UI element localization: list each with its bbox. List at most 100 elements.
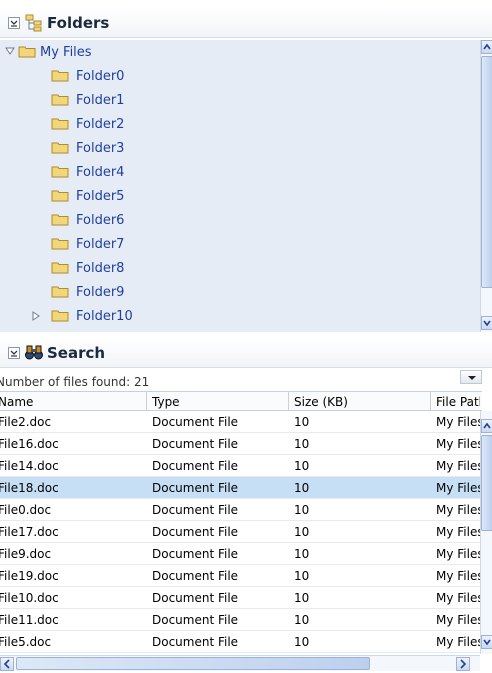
column-header-size[interactable]: Size (KB) [294,395,348,409]
tree-node-folder[interactable]: Folder4 [0,160,470,184]
scroll-left-arrow-icon[interactable] [0,657,14,671]
column-header-type[interactable]: Type [152,395,180,409]
folder-icon [51,286,69,298]
cell-name: File17.doc [0,525,59,539]
tree-node-label: Folder3 [76,141,125,156]
tree-node-label: Folder9 [76,285,125,300]
cell-type: Document File [152,613,239,627]
cell-path: My Files [436,613,480,627]
tree-node-label: Folder2 [76,117,125,132]
table-row[interactable]: File18.doc Document File 10 My Files [0,477,480,499]
cell-name: File19.doc [0,569,59,583]
folder-icon [51,94,69,106]
tree-node-label: Folder5 [76,189,125,204]
table-row[interactable]: File19.doc Document File 10 My Files [0,565,480,587]
cell-type: Document File [152,635,239,649]
cell-size: 10 [294,569,310,583]
cell-size: 10 [294,503,310,517]
cell-name: File9.doc [0,547,52,561]
folder-tree-icon [25,14,43,35]
collapse-folders-icon[interactable] [8,17,20,29]
table-horizontal-scrollbar[interactable] [0,655,480,671]
table-row[interactable]: File5.doc Document File 10 My Files [0,631,480,653]
collapse-search-icon[interactable] [8,347,20,359]
table-row[interactable]: File17.doc Document File 10 My Files [0,521,480,543]
tree-node-label: Folder1 [76,93,125,108]
cell-size: 10 [294,481,310,495]
dropdown-arrow-icon [468,376,476,380]
folder-icon [51,238,69,250]
cell-path: My Files [436,591,480,605]
tree-node-label: Folder8 [76,261,125,276]
scroll-thumb[interactable] [481,435,492,531]
tree-node-folder[interactable]: Folder3 [0,136,470,160]
scroll-down-arrow-icon[interactable] [481,316,492,330]
tree-node-folder[interactable]: Folder0 [0,64,470,88]
cell-type: Document File [152,459,239,473]
scroll-thumb[interactable] [16,657,370,670]
tree-node-folder[interactable]: Folder10 [0,304,470,328]
cell-path: My Files [436,481,480,495]
cell-path: My Files [436,437,480,451]
cell-size: 10 [294,459,310,473]
cell-path: My Files [436,525,480,539]
scroll-right-arrow-icon[interactable] [456,657,470,671]
folder-icon [51,190,69,202]
column-header-file-path[interactable]: File Path [436,395,480,409]
cell-path: My Files [436,547,480,561]
table-row[interactable]: File2.doc Document File 10 My Files [0,411,480,433]
table-header: Name Type Size (KB) File Path [0,391,482,411]
cell-path: My Files [436,569,480,583]
tree-node-folder[interactable]: Folder5 [0,184,470,208]
table-row[interactable]: File16.doc Document File 10 My Files [0,433,480,455]
tree-node-folder[interactable]: Folder9 [0,280,470,304]
cell-type: Document File [152,591,239,605]
tree-node-folder[interactable]: Folder8 [0,256,470,280]
tree-node-folder[interactable]: Folder1 [0,88,470,112]
result-count: Number of files found: 21 [0,375,150,389]
table-row[interactable]: File10.doc Document File 10 My Files [0,587,480,609]
folders-vertical-scrollbar[interactable] [480,40,492,332]
cell-path: My Files [436,635,480,649]
cell-path: My Files [436,415,480,429]
column-header-name[interactable]: Name [0,395,33,409]
tree-node-label: Folder4 [76,165,125,180]
tree-node-root[interactable]: My Files [0,40,470,64]
cell-name: File14.doc [0,459,59,473]
cell-name: File0.doc [0,503,52,517]
table-row[interactable]: File14.doc Document File 10 My Files [0,455,480,477]
cell-type: Document File [152,569,239,583]
folder-icon [51,214,69,226]
search-panel-title: Search [47,344,106,362]
cell-type: Document File [152,481,239,495]
cell-name: File18.doc [0,481,59,495]
cell-size: 10 [294,415,310,429]
column-menu-dropdown[interactable] [460,370,482,384]
results-table: File2.doc Document File 10 My Files File16.d… [0,411,480,654]
scroll-up-arrow-icon[interactable] [481,419,492,433]
scroll-down-arrow-icon[interactable] [481,635,492,649]
folders-panel-header: Folders [0,8,492,38]
expand-triangle-icon[interactable] [5,45,15,60]
scroll-up-arrow-icon[interactable] [481,40,492,54]
table-row[interactable]: File0.doc Document File 10 My Files [0,499,480,521]
cell-type: Document File [152,547,239,561]
tree-node-folder[interactable]: Folder6 [0,208,470,232]
cell-size: 10 [294,437,310,451]
folder-open-icon [18,46,36,58]
tree-node-label: My Files [40,45,92,60]
tree-node-folder[interactable]: Folder7 [0,232,470,256]
cell-type: Document File [152,415,239,429]
folder-icon [51,70,69,82]
table-vertical-scrollbar[interactable] [480,411,492,654]
folder-icon [51,142,69,154]
cell-name: File5.doc [0,635,52,649]
folder-icon [51,118,69,130]
scroll-thumb[interactable] [481,56,492,288]
search-panel-header: Search [0,338,492,368]
folder-icon [51,310,69,322]
table-row[interactable]: File9.doc Document File 10 My Files [0,543,480,565]
tree-node-folder[interactable]: Folder2 [0,112,470,136]
table-row[interactable]: File11.doc Document File 10 My Files [0,609,480,631]
expand-triangle-icon[interactable] [31,310,41,325]
